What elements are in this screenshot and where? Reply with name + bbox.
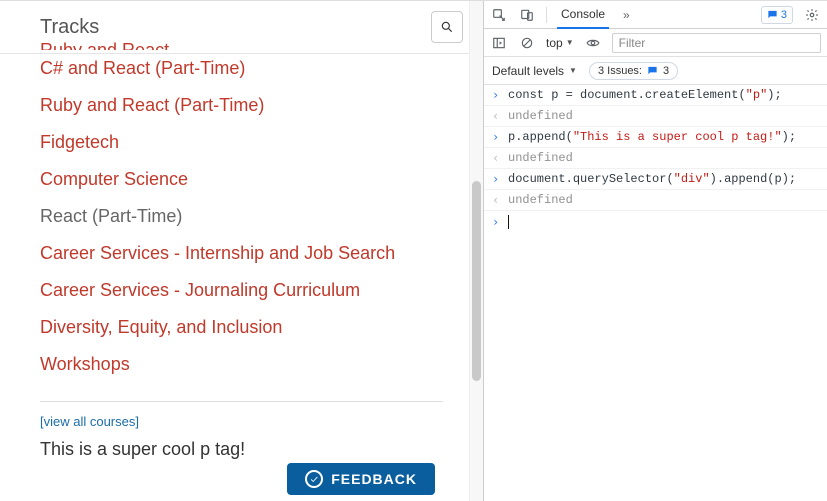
log-levels-selector[interactable]: Default levels ▼ (492, 64, 577, 78)
tab-console[interactable]: Console (557, 2, 609, 29)
filter-placeholder: Filter (619, 36, 646, 50)
chevron-down-icon: ▼ (569, 66, 577, 75)
track-current: React (Part-Time) (40, 198, 443, 235)
issues-pill[interactable]: 3 Issues: 3 (589, 62, 678, 80)
output-chevron-icon: ‹ (492, 109, 502, 123)
page-pane: Tracks Ruby and ReactC# and React (Part-… (0, 1, 484, 501)
output-chevron-icon: ‹ (492, 151, 502, 165)
track-link[interactable]: Ruby and React (40, 40, 443, 50)
feedback-label: FEEDBACK (331, 471, 417, 487)
input-chevron-icon: › (492, 215, 502, 229)
console-output-row: ‹ undefined (484, 148, 827, 169)
console-output[interactable]: › const p = document.createElement("p"); ‹… (484, 85, 827, 501)
search-icon (440, 20, 454, 34)
console-input-row: › p.append("This is a super cool p tag!")… (484, 127, 827, 148)
input-chevron-icon: › (492, 130, 502, 144)
divider (40, 401, 443, 402)
track-link[interactable]: Career Services - Internship and Job Sea… (40, 235, 443, 272)
track-link[interactable]: C# and React (Part-Time) (40, 50, 443, 87)
feedback-icon (305, 470, 323, 488)
console-text: undefined (508, 193, 573, 207)
input-chevron-icon: › (492, 88, 502, 102)
view-all-courses-link[interactable]: [view all courses] (0, 414, 483, 429)
page-scrollbar[interactable] (469, 1, 483, 501)
console-text: document.querySelector("div").append(p); (508, 172, 796, 186)
track-link[interactable]: Diversity, Equity, and Inclusion (40, 309, 443, 346)
scrollbar-thumb[interactable] (472, 181, 481, 381)
issues-count: 3 (663, 65, 669, 77)
caret (508, 215, 509, 229)
gear-icon[interactable] (803, 6, 821, 24)
console-text: const p = document.createElement("p"); (508, 88, 782, 102)
console-levels-bar: Default levels ▼ 3 Issues: 3 (484, 57, 827, 85)
appended-paragraph: This is a super cool p tag! (0, 429, 483, 460)
console-input-row: › const p = document.createElement("p"); (484, 85, 827, 106)
feedback-button[interactable]: FEEDBACK (287, 463, 435, 495)
tabs-overflow[interactable]: » (619, 1, 634, 28)
devtools-tabs: Console » 3 (484, 1, 827, 29)
console-text: undefined (508, 109, 573, 123)
search-button[interactable] (431, 11, 463, 43)
page-title: Tracks (40, 16, 99, 39)
context-selector[interactable]: top ▼ (546, 36, 574, 50)
messages-count: 3 (781, 9, 787, 21)
track-link[interactable]: Computer Science (40, 161, 443, 198)
context-label: top (546, 36, 563, 50)
live-expression-icon[interactable] (584, 34, 602, 52)
input-chevron-icon: › (492, 172, 502, 186)
log-levels-label: Default levels (492, 64, 564, 78)
inspect-icon[interactable] (490, 6, 508, 24)
track-link[interactable]: Fidgetech (40, 124, 443, 161)
separator (546, 7, 547, 23)
console-text: undefined (508, 151, 573, 165)
sidebar-toggle-icon[interactable] (490, 34, 508, 52)
console-output-row: ‹ undefined (484, 190, 827, 211)
devtools-panel: Console » 3 top ▼ Filter (484, 1, 827, 501)
track-link[interactable]: Career Services - Journaling Curriculum (40, 272, 443, 309)
messages-badge[interactable]: 3 (761, 6, 793, 24)
device-toggle-icon[interactable] (518, 6, 536, 24)
tracks-list: Ruby and ReactC# and React (Part-Time)Ru… (0, 40, 483, 383)
issues-label: 3 Issues: (598, 65, 642, 77)
console-prompt[interactable]: › (484, 211, 827, 232)
console-text: p.append("This is a super cool p tag!"); (508, 130, 796, 144)
console-output-row: ‹ undefined (484, 106, 827, 127)
track-link[interactable]: Ruby and React (Part-Time) (40, 87, 443, 124)
output-chevron-icon: ‹ (492, 193, 502, 207)
console-toolbar: top ▼ Filter (484, 29, 827, 57)
console-input-row: › document.querySelector("div").append(p)… (484, 169, 827, 190)
track-link[interactable]: Workshops (40, 346, 443, 383)
chevron-down-icon: ▼ (566, 38, 574, 47)
clear-console-icon[interactable] (518, 34, 536, 52)
filter-input[interactable]: Filter (612, 33, 821, 53)
